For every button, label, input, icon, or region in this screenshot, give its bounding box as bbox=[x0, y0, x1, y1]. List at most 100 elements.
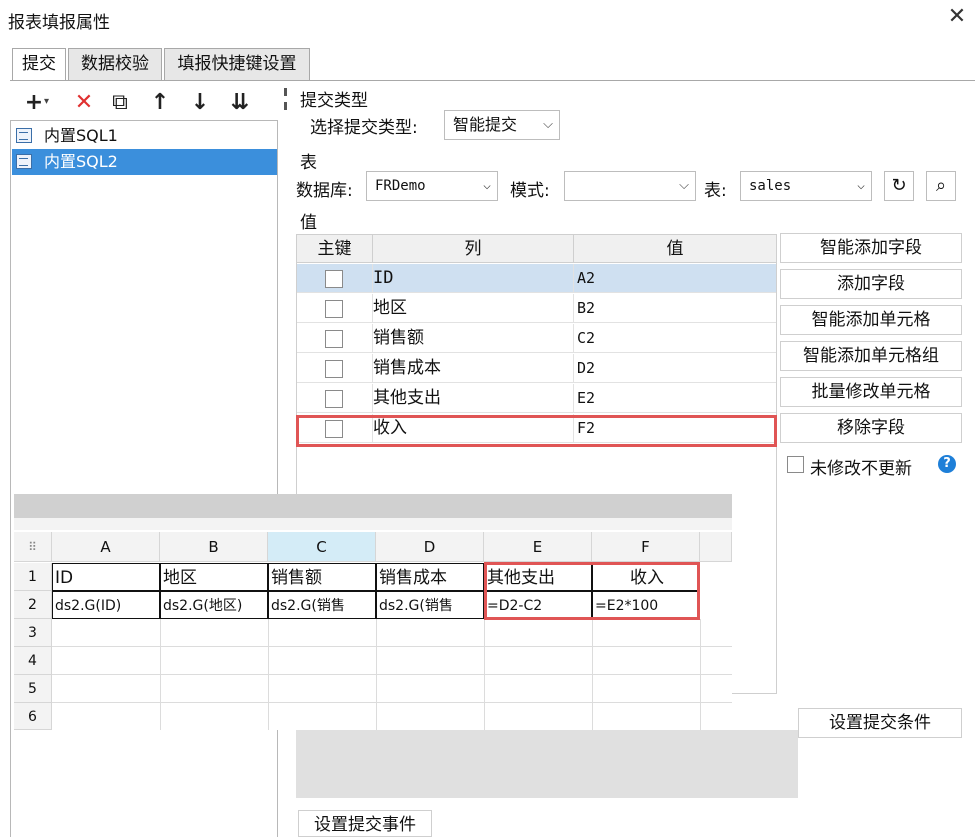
row-header[interactable]: 6 bbox=[14, 703, 52, 730]
submit-type-label: 选择提交类型: bbox=[310, 118, 418, 138]
remove-field-button[interactable]: 移除字段 bbox=[780, 413, 962, 443]
sheet-corner[interactable]: ⠿ bbox=[14, 532, 52, 562]
column-header[interactable]: D bbox=[376, 532, 484, 562]
table-row[interactable]: 销售额 C2 bbox=[297, 324, 776, 353]
submit-type-value: 智能提交 bbox=[453, 115, 518, 134]
sheet-cell[interactable]: ds2.G(地区) bbox=[160, 591, 268, 619]
table-row[interactable]: ID A2 bbox=[297, 264, 776, 293]
primary-key-checkbox[interactable] bbox=[325, 390, 343, 408]
column-value: E2 bbox=[577, 389, 596, 407]
tab-submit[interactable]: 提交 bbox=[12, 48, 66, 81]
row-header[interactable]: 1 bbox=[14, 563, 52, 591]
sql-list-item-selected[interactable]: 内置SQL2 bbox=[12, 149, 277, 175]
table-row[interactable]: 地区 B2 bbox=[297, 294, 776, 323]
delete-icon[interactable]: ✕ bbox=[70, 89, 98, 117]
column-value: A2 bbox=[577, 269, 596, 287]
column-name: 销售成本 bbox=[373, 358, 441, 378]
row-header[interactable]: 5 bbox=[14, 675, 52, 703]
table-select[interactable]: sales ⌵ bbox=[740, 171, 872, 201]
refresh-button[interactable]: ↻ bbox=[884, 171, 914, 201]
sheet-cell[interactable]: ds2.G(销售 bbox=[376, 591, 484, 619]
set-submit-condition-button[interactable]: 设置提交条件 bbox=[798, 708, 962, 738]
table-section: 表 bbox=[300, 153, 317, 173]
column-name: 其他支出 bbox=[373, 388, 441, 408]
table-value: sales bbox=[749, 178, 792, 194]
move-up-icon[interactable]: ↑ bbox=[146, 89, 174, 117]
sheet-cell[interactable]: 销售额 bbox=[268, 563, 376, 591]
row-header[interactable]: 4 bbox=[14, 647, 52, 675]
table-label: 表: bbox=[704, 181, 727, 201]
column-value: B2 bbox=[577, 299, 596, 317]
column-header[interactable]: F bbox=[592, 532, 700, 562]
highlight-box bbox=[296, 415, 777, 447]
sheet-cell[interactable]: 销售成本 bbox=[376, 563, 484, 591]
chevron-down-icon: ⌵ bbox=[543, 117, 553, 132]
database-icon bbox=[16, 154, 32, 169]
smart-add-cell-group-button[interactable]: 智能添加单元格组 bbox=[780, 341, 962, 371]
column-header-extra bbox=[700, 532, 732, 562]
set-submit-event-button[interactable]: 设置提交事件 bbox=[298, 810, 432, 837]
refresh-icon: ↻ bbox=[891, 175, 907, 196]
highlight-box bbox=[484, 562, 700, 620]
preview-icon: ⌕ bbox=[935, 175, 947, 196]
header-primary-key[interactable]: 主键 bbox=[297, 235, 373, 263]
primary-key-checkbox[interactable] bbox=[325, 300, 343, 318]
sort-icon[interactable]: ⇊ bbox=[226, 89, 254, 117]
sql-list-item[interactable]: 内置SQL1 bbox=[12, 123, 277, 149]
smart-add-cell-button[interactable]: 智能添加单元格 bbox=[780, 305, 962, 335]
table-row[interactable]: 其他支出 E2 bbox=[297, 384, 776, 413]
no-update-label: 未修改不更新 bbox=[810, 459, 912, 479]
splitter-handle[interactable] bbox=[282, 86, 292, 486]
column-name: 销售额 bbox=[373, 328, 424, 348]
add-field-button[interactable]: 添加字段 bbox=[780, 269, 962, 299]
column-header[interactable]: B bbox=[160, 532, 268, 562]
header-value[interactable]: 值 bbox=[574, 235, 776, 263]
schema-label: 模式: bbox=[510, 181, 550, 201]
batch-edit-cells-button[interactable]: 批量修改单元格 bbox=[780, 377, 962, 407]
values-table-header: 主键 列 值 bbox=[297, 235, 776, 263]
column-header[interactable]: E bbox=[484, 532, 592, 562]
submit-type-section: 提交类型 bbox=[300, 91, 368, 111]
window-title: 报表填报属性 bbox=[8, 13, 110, 33]
column-value: C2 bbox=[577, 329, 596, 347]
tab-data-validation[interactable]: 数据校验 bbox=[68, 48, 162, 81]
condition-panel bbox=[296, 730, 798, 798]
row-header[interactable]: 2 bbox=[14, 591, 52, 619]
database-value: FRDemo bbox=[375, 178, 426, 194]
submit-type-select[interactable]: 智能提交 ⌵ bbox=[444, 110, 560, 140]
sheet-cell[interactable]: 地区 bbox=[160, 563, 268, 591]
chevron-down-icon: ⌵ bbox=[483, 178, 491, 193]
table-row[interactable]: 销售成本 D2 bbox=[297, 354, 776, 383]
sheet-toolbar bbox=[14, 494, 732, 518]
sheet-cell[interactable]: ds2.G(ID) bbox=[52, 591, 160, 619]
column-value: D2 bbox=[577, 359, 596, 377]
add-dropdown-icon[interactable]: ▾ bbox=[44, 96, 49, 107]
column-header[interactable]: A bbox=[52, 532, 160, 562]
tab-divider bbox=[10, 80, 975, 81]
primary-key-checkbox[interactable] bbox=[325, 360, 343, 378]
help-icon[interactable]: ? bbox=[938, 455, 956, 473]
move-down-icon[interactable]: ↓ bbox=[186, 89, 214, 117]
column-name: 地区 bbox=[373, 298, 407, 318]
tab-shortcut-settings[interactable]: 填报快捷键设置 bbox=[164, 48, 310, 81]
database-label: 数据库: bbox=[296, 181, 353, 201]
header-column[interactable]: 列 bbox=[373, 235, 574, 263]
primary-key-checkbox[interactable] bbox=[325, 330, 343, 348]
chevron-down-icon: ⌵ bbox=[857, 178, 865, 193]
row-header[interactable]: 3 bbox=[14, 619, 52, 647]
sheet-cell[interactable]: ds2.G(销售 bbox=[268, 591, 376, 619]
database-icon bbox=[16, 128, 32, 143]
schema-select[interactable]: ⌵ bbox=[564, 171, 696, 201]
sheet-cell[interactable]: ID bbox=[52, 563, 160, 591]
smart-add-field-button[interactable]: 智能添加字段 bbox=[780, 233, 962, 263]
close-icon[interactable]: ✕ bbox=[946, 6, 968, 28]
sql-item-label: 内置SQL1 bbox=[44, 126, 118, 145]
column-header[interactable]: C bbox=[268, 532, 376, 562]
sql-item-label: 内置SQL2 bbox=[44, 152, 118, 171]
chevron-down-icon: ⌵ bbox=[679, 178, 689, 193]
copy-icon[interactable]: ⧉ bbox=[106, 89, 134, 117]
primary-key-checkbox[interactable] bbox=[325, 270, 343, 288]
preview-button[interactable]: ⌕ bbox=[926, 171, 956, 201]
no-update-checkbox[interactable] bbox=[787, 456, 804, 473]
database-select[interactable]: FRDemo ⌵ bbox=[366, 171, 498, 201]
